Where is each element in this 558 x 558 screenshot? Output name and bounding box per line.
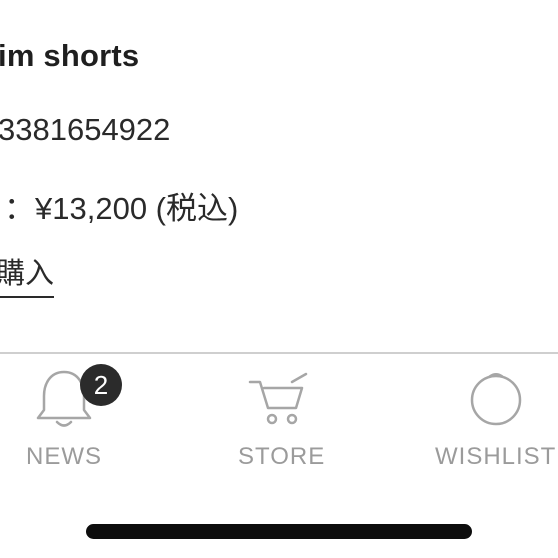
product-title: im shorts xyxy=(0,38,140,73)
tab-store-label: STORE xyxy=(238,443,326,470)
circle-icon xyxy=(468,372,524,433)
product-price: ：¥13,200 (税込) xyxy=(4,191,239,226)
product-details: im shorts 3381654922 ：¥13,200 (税込) 購入 xyxy=(0,0,558,340)
buy-link[interactable]: 購入 xyxy=(0,250,55,298)
notification-badge: 2 xyxy=(80,364,122,406)
bottom-tab-bar: 2 NEWS STORE WISHLIST xyxy=(0,354,558,504)
tab-store[interactable]: STORE xyxy=(200,354,358,484)
tab-news[interactable]: 2 NEWS xyxy=(0,354,130,484)
tab-wishlist-label: WISHLIST xyxy=(435,443,557,470)
cart-icon xyxy=(248,372,310,431)
product-code: 3381654922 xyxy=(0,112,171,147)
home-indicator[interactable] xyxy=(86,524,472,539)
tab-wishlist[interactable]: WISHLIST xyxy=(420,354,558,484)
tab-news-label: NEWS xyxy=(26,443,102,470)
